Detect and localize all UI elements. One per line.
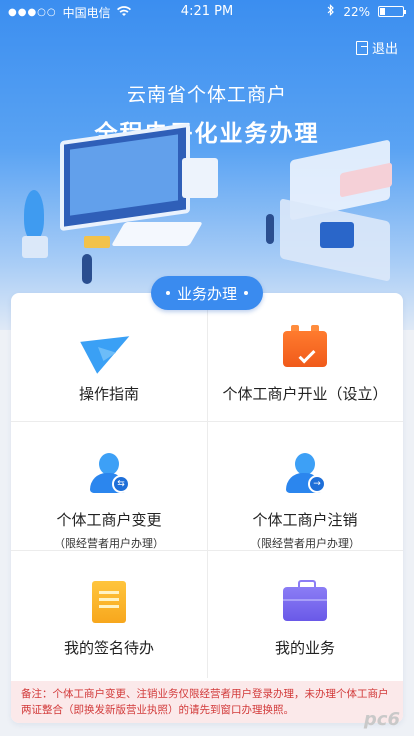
section-title: 业务办理: [176, 284, 237, 303]
service-title: 操作指南: [78, 385, 139, 403]
cube-dark-illustration: [320, 222, 354, 248]
service-business-open[interactable]: 个体工商户开业（设立）: [207, 323, 403, 404]
note-banner: 备注：个体工商户变更、注销业务仅限经营者用户登录办理，未办理个体工商户两证整合（…: [11, 681, 403, 723]
logout-button[interactable]: 退出: [355, 38, 398, 57]
dot-decoration: [165, 291, 170, 295]
person-illustration-2: [266, 214, 274, 244]
document-sign-icon: [84, 577, 134, 627]
dot-decoration: [244, 291, 248, 295]
note-text: 备注：个体工商户变更、注销业务仅限经营者用户登录办理，未办理个体工商户两证整合（…: [21, 688, 389, 716]
divider: [11, 421, 403, 422]
books-illustration: [84, 236, 110, 248]
service-my-signature[interactable]: 我的签名待办: [11, 577, 207, 658]
service-operation-guide[interactable]: 操作指南: [11, 320, 207, 404]
watermark: pc6: [363, 709, 400, 730]
service-subtitle: （限经营者用户办理）: [54, 537, 164, 550]
services-card: 操作指南 个体工商户开业（设立） ⇆ 个体工商户变更 （限经营者用户办理） → …: [11, 293, 403, 723]
user-change-icon: ⇆: [84, 449, 134, 499]
server-box-illustration: [182, 158, 218, 198]
service-my-business[interactable]: 我的业务: [207, 577, 403, 658]
user-cancel-icon: →: [280, 449, 330, 499]
service-title: 个体工商户变更: [56, 511, 162, 529]
person-illustration: [82, 254, 92, 284]
service-business-cancel[interactable]: → 个体工商户注销 （限经营者用户办理）: [207, 449, 403, 551]
briefcase-icon: [280, 577, 330, 627]
section-title-pill: 业务办理: [151, 276, 263, 310]
service-business-change[interactable]: ⇆ 个体工商户变更 （限经营者用户办理）: [11, 449, 207, 551]
service-title: 我的业务: [274, 639, 335, 657]
plant-illustration: [24, 190, 44, 240]
status-bar: ●●●○○ 中国电信 4:21 PM 22%: [0, 0, 414, 22]
keyboard-illustration: [111, 222, 203, 246]
battery-icon: [378, 6, 406, 17]
paper-plane-icon: [80, 320, 138, 374]
logout-icon: [355, 40, 368, 55]
briefcase-check-icon: [280, 323, 330, 373]
headline-province: 云南省个体工商户: [126, 84, 287, 106]
logout-label: 退出: [371, 42, 398, 57]
service-title: 我的签名待办: [63, 639, 154, 657]
service-title: 个体工商户注销: [252, 511, 358, 529]
plant-pot-illustration: [22, 236, 48, 258]
service-subtitle: （限经营者用户办理）: [250, 537, 360, 550]
battery-percent: 22%: [343, 4, 370, 19]
bluetooth-icon: [327, 4, 335, 19]
service-title: 个体工商户开业（设立）: [222, 385, 388, 403]
